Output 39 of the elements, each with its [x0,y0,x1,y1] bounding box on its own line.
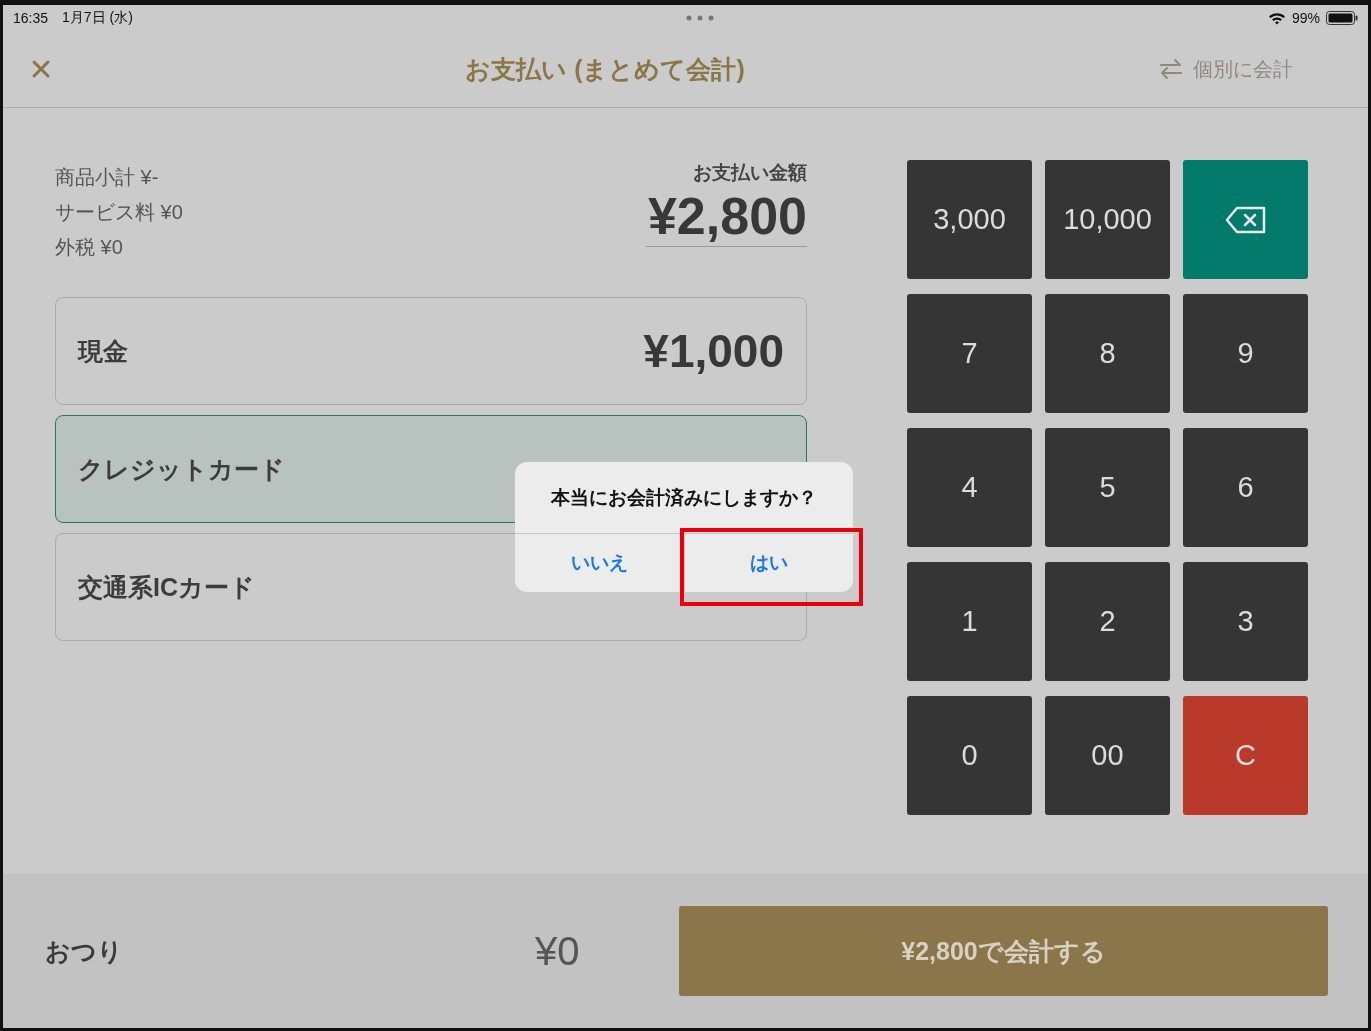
backspace-icon [1224,205,1267,234]
backspace-key[interactable] [1183,160,1308,279]
number-key[interactable]: 9 [1183,294,1308,413]
dialog-button[interactable]: はい [683,534,853,592]
number-key[interactable]: 7 [907,294,1032,413]
number-key[interactable]: 2 [1045,562,1170,681]
summary-line: 外税 ¥0 [55,235,124,260]
summary-line: 商品小計 ¥- [55,165,160,190]
total-amount: ¥2,800 [645,186,807,247]
battery-percent: 99% [1291,10,1320,26]
close-icon[interactable] [31,59,51,79]
swap-arrows-icon [1159,58,1183,80]
status-time: 16:35 [13,10,49,26]
clear-key[interactable]: C [1183,696,1308,815]
change-amount: ¥0 [535,928,581,974]
payment-method-name: クレジットカード [78,453,285,485]
number-key[interactable]: 00 [1045,696,1170,815]
payment-method-name: 交通系ICカード [78,571,255,603]
number-key[interactable]: 10,000 [1045,160,1170,279]
payment-amount: ¥1,000 [643,324,784,378]
number-key[interactable]: 6 [1183,428,1308,547]
total-label: お支払い金額 [693,161,807,185]
number-key[interactable]: 4 [907,428,1032,547]
number-key[interactable]: 1 [907,562,1032,681]
number-key[interactable]: 5 [1045,428,1170,547]
wifi-icon [1267,11,1286,25]
status-date: 1月7日 (水) [62,9,133,27]
payment-method-name: 現金 [78,335,128,367]
summary-line: サービス料 ¥0 [55,200,183,225]
battery-icon [1326,11,1358,25]
number-key[interactable]: 0 [907,696,1032,815]
number-key[interactable]: 8 [1045,294,1170,413]
payment-method-row[interactable]: 現金 ¥1,000 [55,297,807,405]
more-dots-icon [686,15,715,21]
dialog-button[interactable]: いいえ [515,534,684,592]
window-title: お支払い (まとめて会計) [464,53,746,85]
change-label: おつり [45,935,124,967]
number-key[interactable]: 3,000 [907,160,1032,279]
number-key[interactable]: 3 [1183,562,1308,681]
